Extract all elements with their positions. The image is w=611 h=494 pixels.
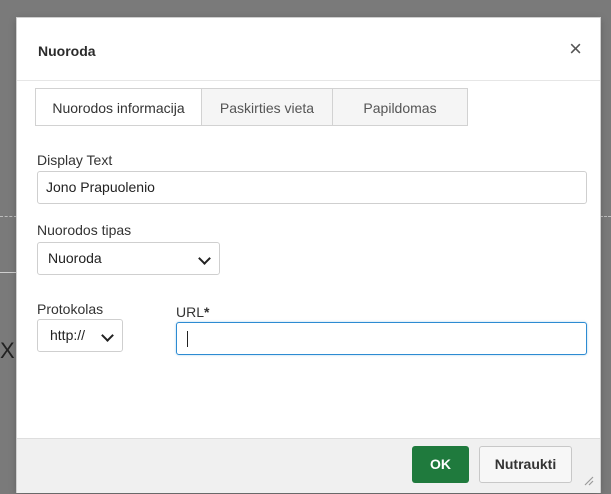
tab-target[interactable]: Paskirties vieta	[202, 88, 333, 126]
link-dialog: Nuoroda × Nuorodos informacija Paskirtie…	[17, 18, 600, 493]
text-caret	[187, 331, 188, 347]
link-type-selected: Nuoroda	[48, 250, 102, 266]
background-line	[0, 272, 17, 273]
background-text-fragment: X	[0, 338, 15, 363]
tab-link-info[interactable]: Nuorodos informacija	[35, 88, 202, 126]
display-text-input[interactable]: Jono Prapuolenio	[37, 171, 587, 204]
resize-handle-icon[interactable]	[582, 474, 594, 486]
tab-bar: Nuorodos informacija Paskirties vieta Pa…	[35, 88, 468, 126]
url-label-text: URL	[176, 304, 205, 320]
cancel-button[interactable]: Nutraukti	[479, 446, 572, 483]
link-type-select[interactable]: Nuoroda	[37, 242, 220, 275]
tab-advanced[interactable]: Papildomas	[333, 88, 468, 126]
url-label: URL*	[176, 304, 209, 320]
protocol-label: Protokolas	[37, 301, 104, 317]
background-dashed-line	[600, 216, 611, 217]
ok-button[interactable]: OK	[412, 446, 469, 483]
protocol-select[interactable]: http://	[37, 319, 123, 352]
chevron-down-icon	[198, 252, 211, 265]
title-divider	[17, 80, 600, 81]
protocol-selected: http://	[50, 327, 86, 343]
link-type-label: Nuorodos tipas	[37, 222, 132, 238]
required-mark: *	[204, 304, 210, 320]
dialog-title: Nuoroda	[38, 43, 96, 59]
close-icon[interactable]: ×	[569, 38, 582, 60]
display-text-label: Display Text	[37, 152, 113, 168]
background-dashed-line	[0, 216, 17, 217]
url-input[interactable]	[176, 322, 587, 355]
chevron-down-icon	[101, 329, 114, 342]
